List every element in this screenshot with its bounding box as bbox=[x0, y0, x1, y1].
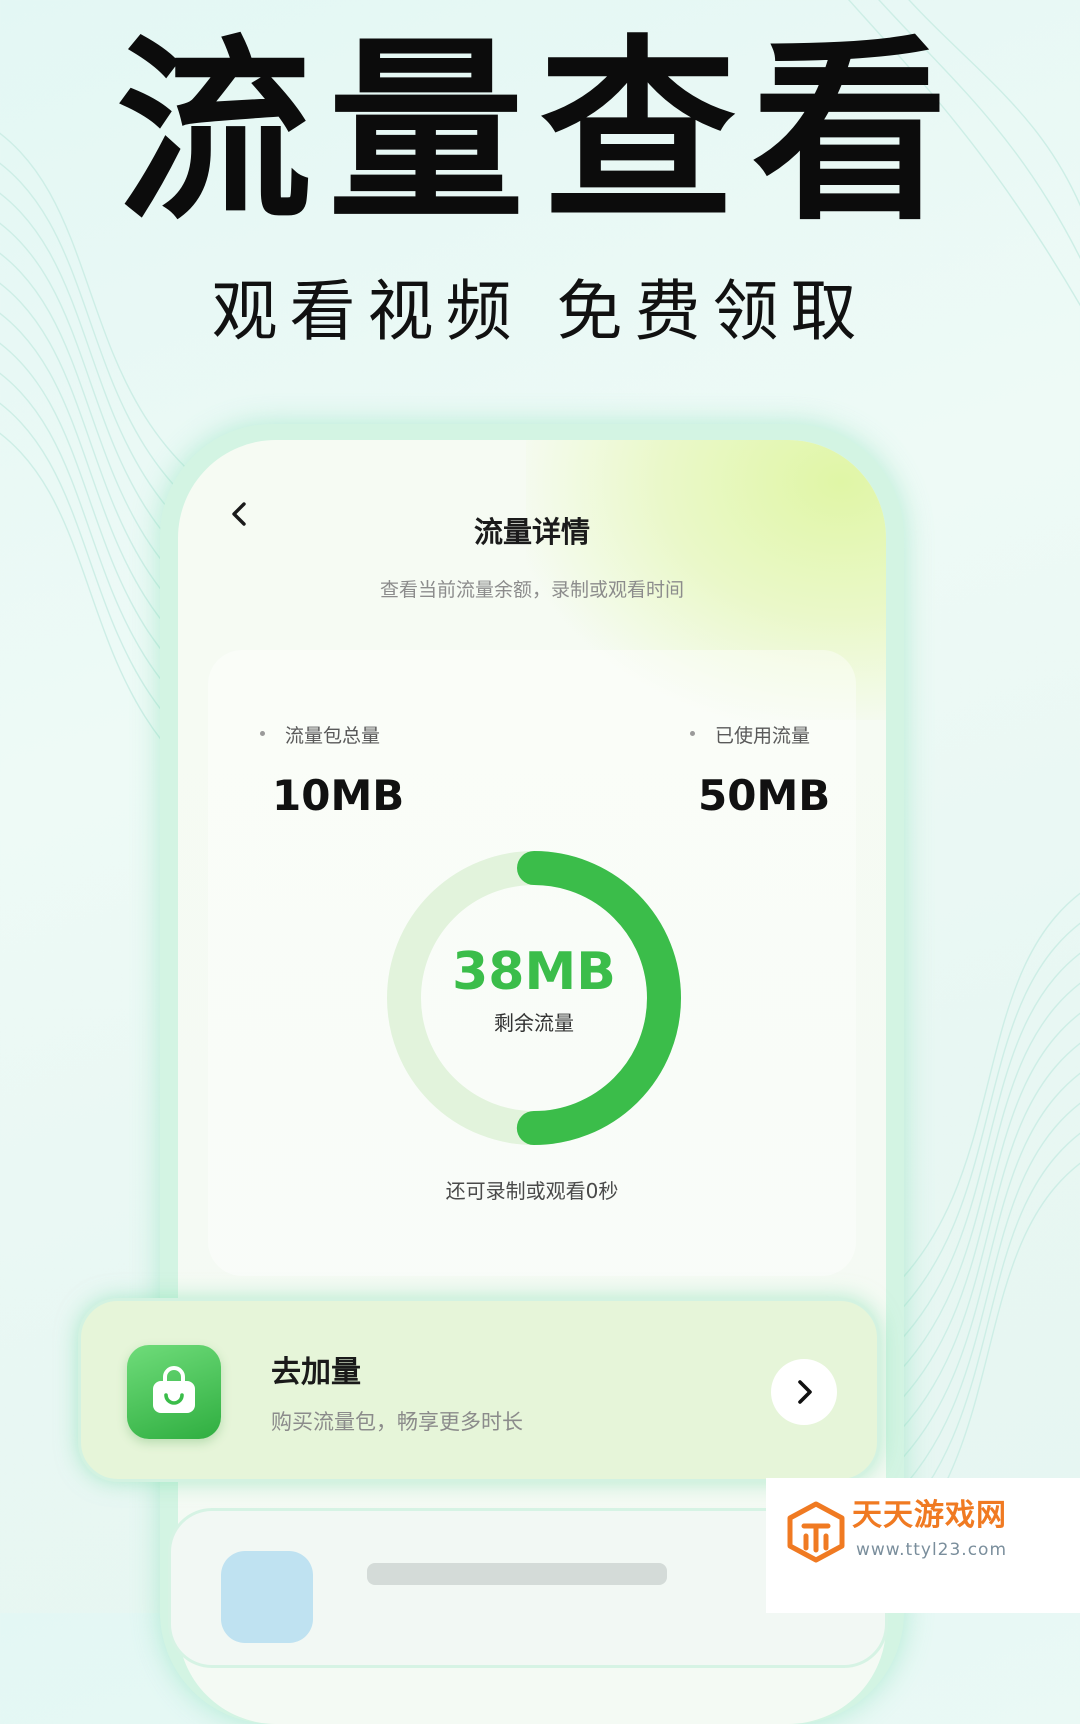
used-traffic-label: 已使用流量 bbox=[690, 722, 810, 750]
page-subtitle: 查看当前流量余额，录制或观看时间 bbox=[379, 579, 684, 601]
total-traffic-label: 流量包总量 bbox=[260, 722, 380, 750]
next-card-title-placeholder bbox=[367, 1563, 667, 1585]
watermark-url: www.ttyl23.com bbox=[856, 1540, 1008, 1560]
watermark-name: 天天游戏网 bbox=[852, 1498, 1007, 1533]
total-traffic-label-text: 流量包总量 bbox=[285, 725, 381, 747]
hero-subtitle: 观看视频 免费领取 bbox=[211, 273, 869, 350]
remaining-traffic-label: 剩余流量 bbox=[494, 1011, 574, 1035]
remaining-time-note: 还可录制或观看0秒 bbox=[445, 1179, 619, 1203]
add-traffic-title: 去加量 bbox=[271, 1355, 361, 1390]
bullet-dot bbox=[690, 731, 695, 736]
watermark-logo-icon bbox=[787, 1501, 845, 1563]
used-traffic-label-text: 已使用流量 bbox=[715, 725, 811, 747]
traffic-info-card: 流量包总量 10MB 已使用流量 50MB 38MB 剩余流量 还可录制或观看0… bbox=[208, 650, 856, 1276]
remaining-traffic-value: 38MB bbox=[452, 942, 616, 1002]
used-traffic-value: 50MB bbox=[698, 771, 831, 820]
hero-title: 流量查看 bbox=[115, 19, 964, 247]
watermark: 天天游戏网 www.ttyl23.com bbox=[766, 1478, 1080, 1613]
total-traffic-value: 10MB bbox=[272, 771, 405, 820]
bullet-dot bbox=[260, 731, 265, 736]
go-add-traffic-button[interactable] bbox=[771, 1359, 837, 1425]
shopping-bag-icon bbox=[127, 1345, 221, 1439]
chevron-right-icon bbox=[798, 1380, 812, 1404]
add-traffic-description: 购买流量包，畅享更多时长 bbox=[271, 1410, 523, 1434]
page-title: 流量详情 bbox=[473, 515, 590, 549]
add-traffic-card[interactable]: 去加量 购买流量包，畅享更多时长 bbox=[78, 1298, 880, 1482]
next-card-icon bbox=[221, 1551, 313, 1643]
